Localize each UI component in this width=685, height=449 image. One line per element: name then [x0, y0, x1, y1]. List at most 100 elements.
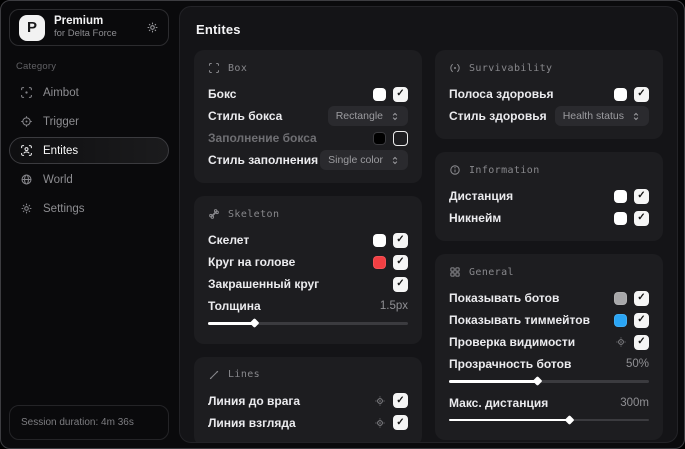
- box-card: Box Бокс Стиль бокса Rect: [194, 50, 422, 183]
- chevrons-up-down-icon: [390, 111, 400, 122]
- checkbox[interactable]: [634, 334, 649, 350]
- setting-row: Проверка видимости: [449, 331, 649, 353]
- checkbox[interactable]: [634, 312, 649, 328]
- brand-title: Premium: [54, 15, 104, 28]
- gear-icon: [20, 202, 33, 215]
- bone-icon: [208, 208, 220, 220]
- health-style-dropdown[interactable]: Health status: [554, 106, 649, 126]
- checkbox[interactable]: [634, 210, 649, 226]
- color-swatch[interactable]: [614, 211, 627, 225]
- left-column: Box Бокс Стиль бокса Rect: [194, 50, 422, 442]
- app-window: P Premium for Delta Force Category Aimbo: [0, 0, 685, 449]
- setting-row: Показывать тиммейтов: [449, 309, 649, 331]
- checkbox[interactable]: [634, 290, 649, 306]
- sidebar-item-entites[interactable]: Entites: [9, 137, 169, 164]
- category-label: Category: [16, 61, 57, 72]
- setting-row: Круг на голове: [208, 251, 408, 273]
- setting-row: Толщина 1.5px: [208, 299, 408, 313]
- setting-row: Линия до врага: [208, 390, 408, 412]
- setting-row: Полоса здоровья: [449, 83, 649, 105]
- brand-logo: P: [19, 14, 45, 41]
- visibility-check-icon[interactable]: [615, 336, 627, 348]
- color-swatch[interactable]: [373, 131, 386, 145]
- checkbox[interactable]: [393, 254, 408, 270]
- slider-thumb[interactable]: [249, 318, 260, 329]
- slider-value: 50%: [625, 358, 649, 370]
- slider-thumb[interactable]: [564, 414, 575, 425]
- health-icon: [449, 62, 461, 74]
- card-header-label: Lines: [228, 369, 261, 380]
- setting-row: Макс. дистанция 300m: [449, 395, 649, 410]
- checkbox[interactable]: [393, 393, 408, 408]
- setting-row: Дистанция: [449, 185, 649, 207]
- checkbox[interactable]: [393, 86, 408, 102]
- sidebar-item-label: Settings: [43, 202, 85, 215]
- target-icon: [20, 115, 33, 128]
- globe-icon: [20, 173, 33, 186]
- color-swatch[interactable]: [373, 233, 386, 247]
- line-icon: [208, 369, 220, 381]
- checkbox[interactable]: [393, 130, 408, 146]
- color-swatch[interactable]: [614, 313, 627, 327]
- card-header-label: General: [469, 266, 514, 278]
- brand-subtitle: for Delta Force: [54, 27, 117, 39]
- slider-value: 1.5px: [379, 300, 408, 312]
- info-icon: [449, 164, 461, 176]
- color-swatch[interactable]: [614, 291, 627, 305]
- setting-row: Никнейм: [449, 207, 649, 229]
- person-scan-icon: [20, 144, 33, 157]
- checkbox[interactable]: [393, 232, 408, 248]
- fill-style-dropdown[interactable]: Single color: [320, 150, 408, 170]
- card-header-label: Information: [469, 164, 540, 176]
- grid-icon: [449, 266, 461, 278]
- color-swatch[interactable]: [614, 189, 627, 203]
- page-title: Entites: [196, 22, 241, 37]
- sidebar-item-aimbot[interactable]: Aimbot: [9, 79, 169, 106]
- setting-row: Закрашенный круг: [208, 273, 408, 295]
- setting-row: Скелет: [208, 229, 408, 251]
- checkbox[interactable]: [634, 188, 649, 204]
- max-distance-slider[interactable]: [449, 414, 649, 425]
- lines-card: Lines Линия до врага ✓ Линия взгляда ✓: [194, 356, 422, 442]
- setting-row: Заполнение бокса: [208, 127, 408, 149]
- setting-row: Прозрачность ботов 50%: [449, 357, 649, 371]
- scan-box-icon: [208, 62, 220, 74]
- right-column: Survivability Полоса здоровья Стиль здор…: [435, 50, 663, 442]
- chevrons-up-down-icon: [390, 155, 400, 166]
- sidebar-item-label: Trigger: [43, 115, 79, 128]
- checkbox[interactable]: [634, 86, 649, 102]
- checkbox[interactable]: [393, 276, 408, 292]
- survivability-card: Survivability Полоса здоровья Стиль здор…: [435, 50, 663, 139]
- sidebar-item-world[interactable]: World: [9, 166, 169, 193]
- slider-value: 300m: [620, 396, 649, 409]
- setting-row: Стиль заполнения Single color: [208, 149, 408, 171]
- thickness-slider[interactable]: [208, 318, 408, 329]
- slider-thumb[interactable]: [532, 376, 543, 387]
- general-card: General Показывать ботов Показывать тимм…: [435, 254, 663, 440]
- setting-row: Бокс: [208, 83, 408, 105]
- card-header-label: Skeleton: [228, 208, 280, 220]
- card-header-label: Box: [228, 62, 248, 74]
- box-style-dropdown[interactable]: Rectangle: [327, 106, 408, 126]
- card-header-label: Survivability: [469, 62, 553, 74]
- chevrons-up-down-icon: [631, 111, 641, 122]
- sidebar: P Premium for Delta Force Category Aimbo: [1, 1, 177, 448]
- main-wrap: Entites Box Бокс ✓ Стиль бокса Rectangle…: [177, 1, 684, 448]
- sidebar-item-trigger[interactable]: Trigger: [9, 108, 169, 135]
- color-swatch[interactable]: [614, 87, 627, 101]
- sidebar-item-label: Entites: [43, 144, 79, 157]
- setting-row: Стиль бокса Rectangle: [208, 105, 408, 127]
- gear-icon[interactable]: [146, 21, 159, 34]
- gear-icon[interactable]: [374, 395, 386, 407]
- color-swatch[interactable]: [373, 87, 386, 101]
- information-card: Information Дистанция Никнейм: [435, 152, 663, 241]
- session-duration: Session duration: 4m 36s: [9, 405, 169, 440]
- bot-opacity-slider[interactable]: [449, 376, 649, 387]
- color-swatch[interactable]: [373, 255, 386, 269]
- checkbox[interactable]: [393, 415, 408, 430]
- sidebar-item-label: Aimbot: [43, 86, 79, 99]
- sidebar-item-settings[interactable]: Settings: [9, 195, 169, 222]
- gear-icon[interactable]: [374, 417, 386, 429]
- brand-card: P Premium for Delta Force: [9, 9, 169, 46]
- skeleton-card: Skeleton Скелет Круг на голове: [194, 196, 422, 344]
